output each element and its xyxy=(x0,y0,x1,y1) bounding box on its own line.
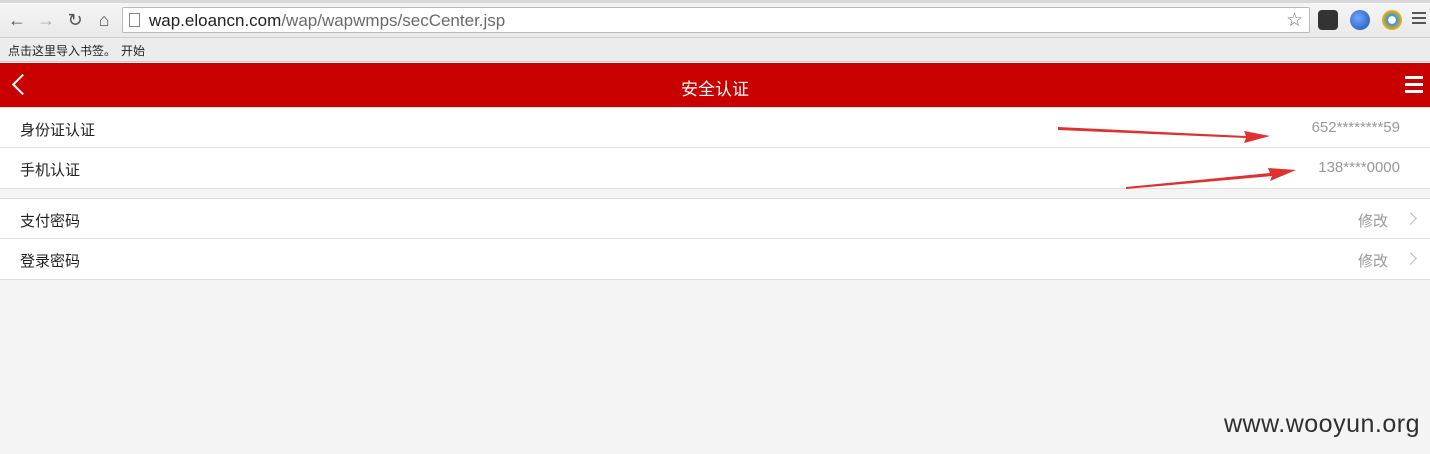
watermark: www.wooyun.org xyxy=(1224,410,1420,438)
annotation-arrow-phone xyxy=(1126,168,1296,189)
annotation-arrows xyxy=(1058,127,1296,189)
annotation-arrow-id xyxy=(1058,127,1270,143)
